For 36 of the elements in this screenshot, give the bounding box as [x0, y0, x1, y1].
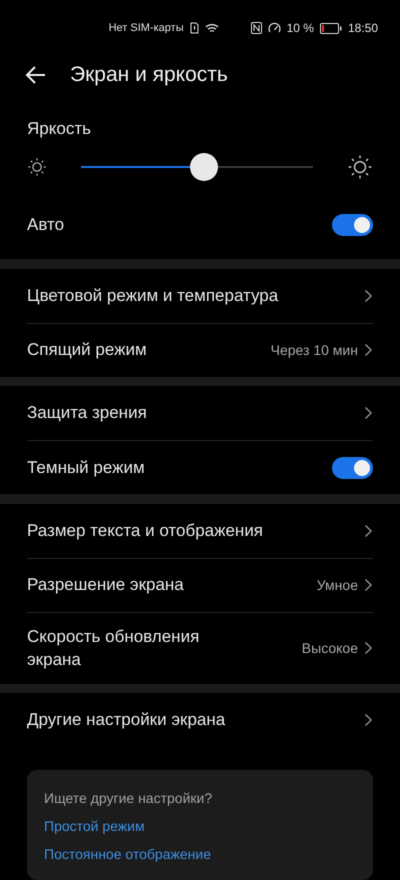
sim-card-icon [190, 22, 199, 34]
setting-label: Другие настройки экрана [27, 710, 226, 730]
chevron-icon [364, 578, 373, 592]
brightness-label: Яркость [27, 119, 91, 138]
setting-label: Размер текста и отображения [27, 520, 264, 541]
toggle-switch[interactable] [332, 214, 373, 236]
suggestion-link[interactable]: Простой режим [44, 818, 356, 834]
setting-value: Через 10 мин [270, 342, 358, 358]
chevron-icon [364, 524, 373, 538]
suggestion-link[interactable]: Постоянное отображение [44, 846, 356, 862]
chevron-icon [364, 288, 373, 303]
setting-label: Разрешение экрана [27, 575, 184, 596]
chevron-icon [364, 641, 373, 656]
brightness-icon [27, 157, 47, 178]
card-title: Ищете другие настройки? [44, 790, 214, 806]
speedometer-icon [268, 22, 281, 34]
chevron-icon [364, 343, 373, 358]
chevron-icon [364, 713, 373, 728]
setting-value: Умное [316, 577, 358, 594]
nfc-icon [250, 22, 262, 34]
brightness-icon [347, 154, 373, 180]
chevron-icon [364, 406, 373, 420]
setting-label: Цветовой режим и температура [27, 286, 278, 306]
setting-label: Спящий режим [27, 340, 147, 360]
page-title: Экран и яркость [70, 62, 228, 87]
clock-time: 18:50 [348, 21, 378, 36]
setting-label: Скорость обновления экрана [27, 626, 200, 672]
battery-icon [320, 22, 342, 34]
sim-status: Нет SIM-карты [108, 22, 184, 34]
setting-label: Темный режим [27, 458, 145, 478]
wifi-icon [204, 22, 219, 34]
toggle-switch[interactable] [332, 456, 373, 479]
setting-label: Авто [27, 215, 64, 236]
setting-label: Защита зрения [27, 403, 147, 424]
setting-value: Высокое [302, 640, 358, 656]
battery-percent: 10 % [286, 21, 314, 36]
